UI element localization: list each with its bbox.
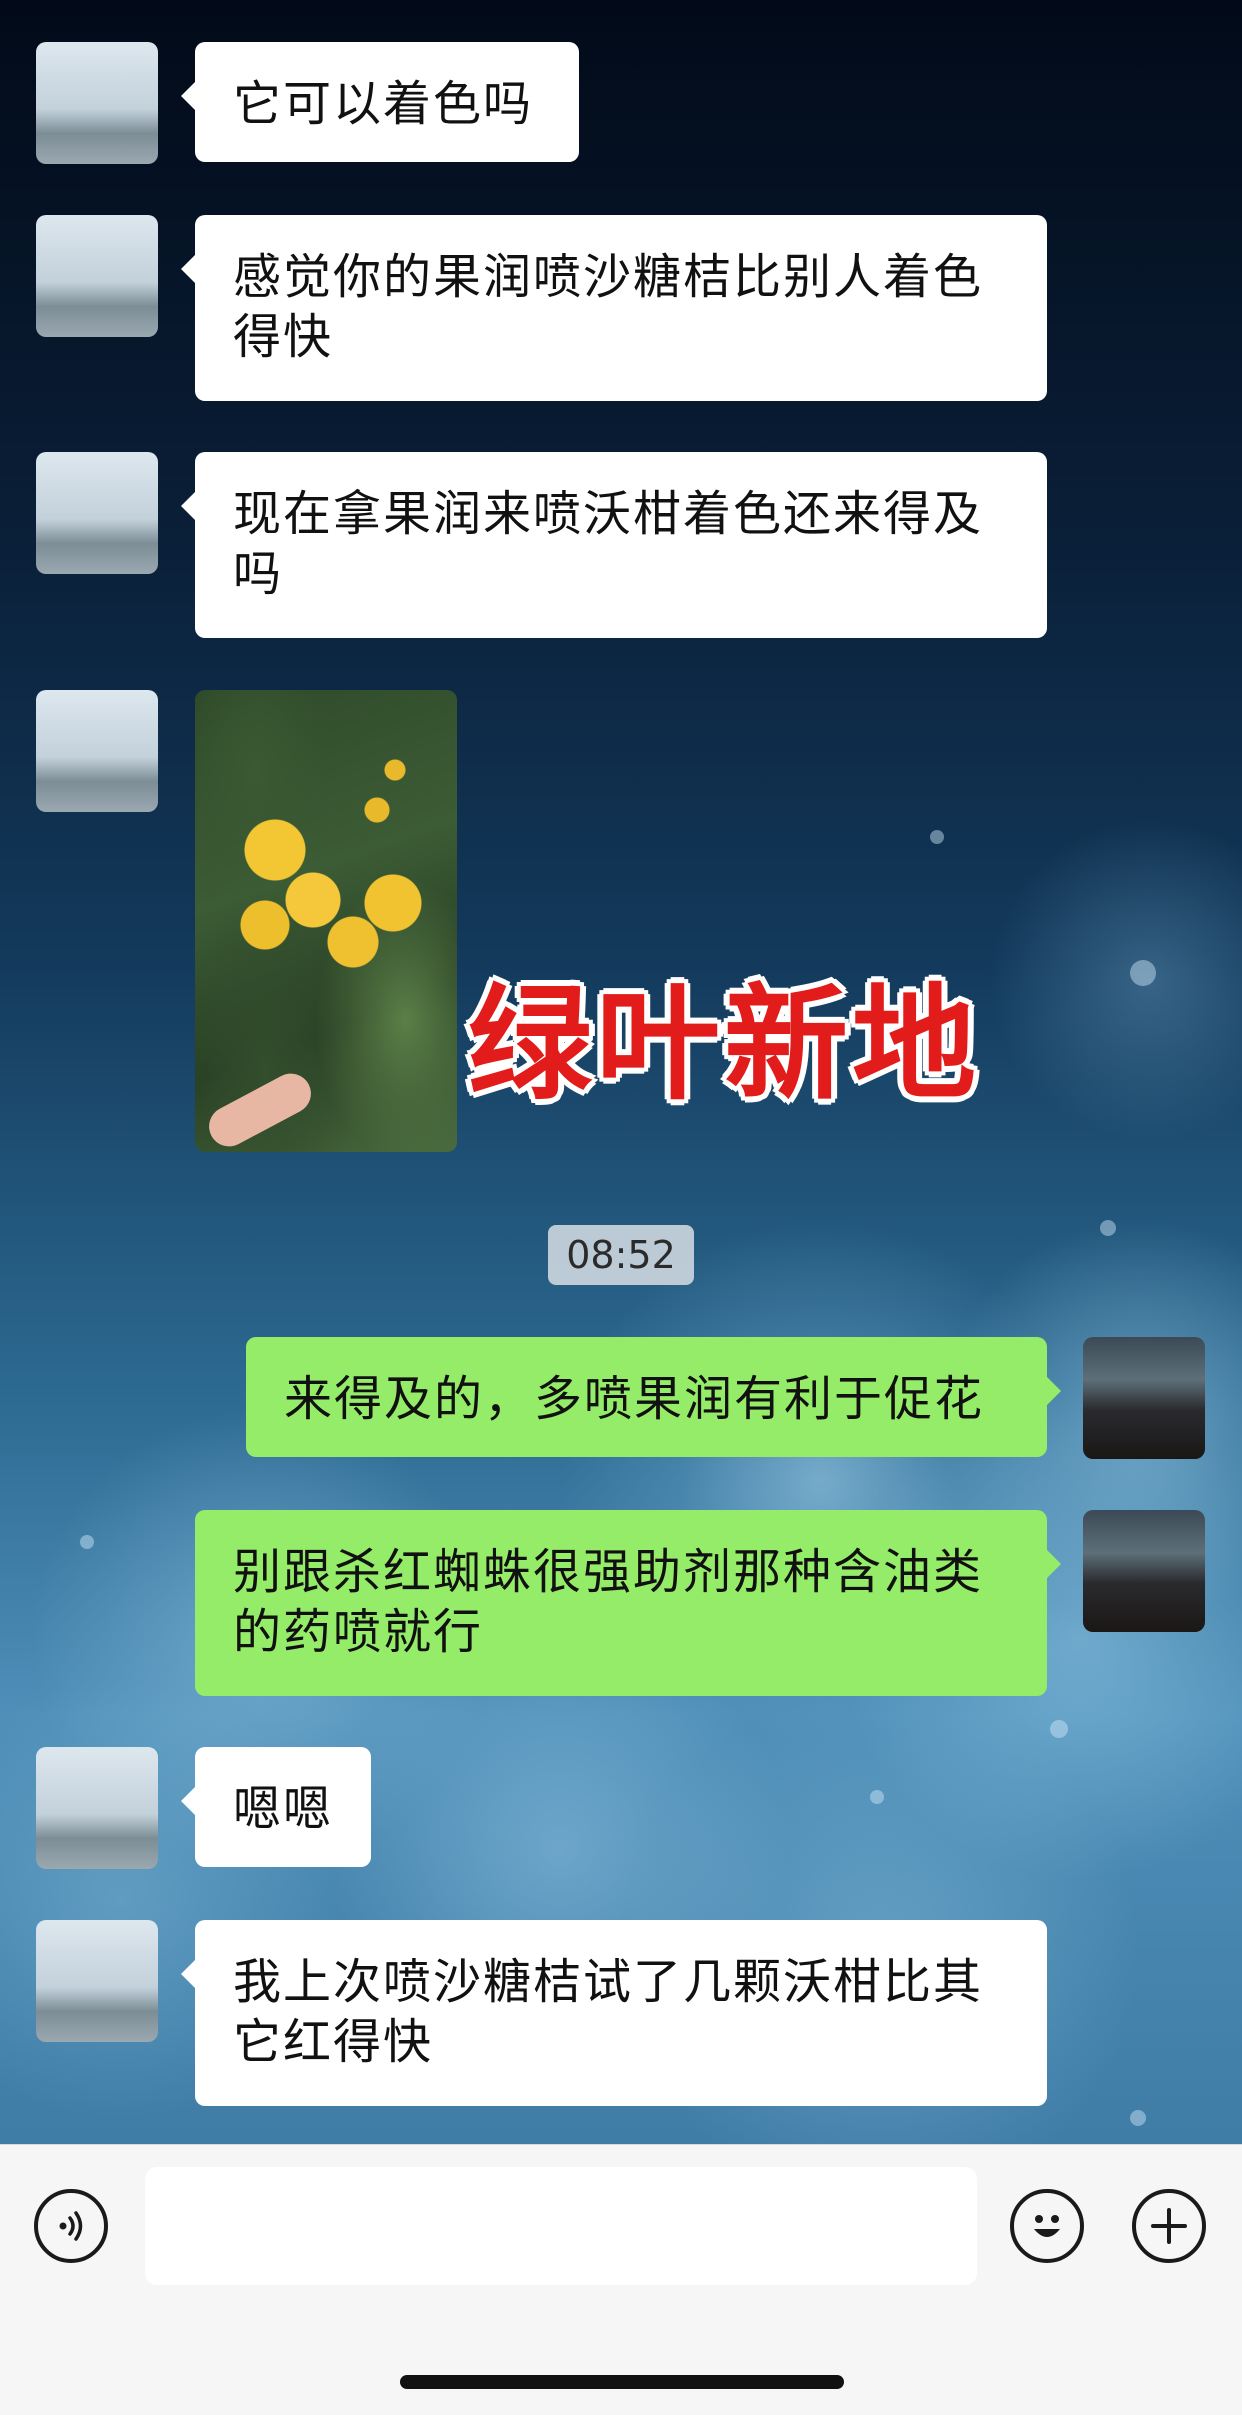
more-button[interactable] [1132,2189,1206,2263]
message-text-line: 感觉你的果润喷沙糖桔比别人着色 [233,249,984,305]
bubble-tail [181,255,195,283]
message-bubble-incoming[interactable]: 它可以着色吗 [181,42,579,162]
contact-avatar[interactable] [36,690,158,812]
message-text-line: 现在拿果润来喷沃柑着色还来得及 [233,486,984,542]
home-indicator[interactable] [400,2375,844,2389]
message-text-line: 的药喷就行 [233,1604,484,1660]
background-bubble [1100,1220,1116,1236]
contact-avatar[interactable] [36,1747,158,1869]
message-text-line: 得快 [233,309,334,365]
bubble-tail [1047,1377,1061,1405]
message-text: 它可以着色吗 [233,76,534,132]
background-bubble [1050,1720,1068,1738]
message-text-line: 它红得快 [233,2014,434,2070]
plus-icon [1151,2208,1187,2244]
watermark-text: 绿叶新地 [468,973,981,1117]
background-bubble [870,1790,884,1804]
bubble-tail [181,1787,195,1815]
finger-in-photo [202,1066,318,1152]
background-bubble [930,830,944,844]
contact-avatar[interactable] [36,452,158,574]
emoji-button[interactable] [1010,2189,1084,2263]
message-bubble-incoming[interactable]: 嗯嗯 [181,1747,371,1867]
message-bubble-outgoing[interactable]: 别跟杀红蜘蛛很强助剂那种含油类 的药喷就行 [195,1510,1061,1696]
emoji-icon [1034,2215,1060,2237]
message-bubble-incoming[interactable]: 感觉你的果润喷沙糖桔比别人着色 得快 [181,215,1047,401]
message-bubble-outgoing[interactable]: 来得及的，多喷果润有利于促花 [246,1337,1061,1457]
image-message-citrus-photo[interactable] [195,690,457,1152]
my-avatar[interactable] [1083,1337,1205,1459]
voice-icon [59,2211,83,2241]
contact-avatar[interactable] [36,215,158,337]
background-bubble [1130,960,1156,986]
my-avatar[interactable] [1083,1510,1205,1632]
background-bubble [1130,2110,1146,2126]
message-text-line: 我上次喷沙糖桔试了几颗沃柑比其 [233,1954,984,2010]
contact-avatar[interactable] [36,1920,158,2042]
message-text-line: 吗 [233,546,284,602]
chat-input-bar [0,2144,1242,2415]
message-text: 来得及的，多喷果润有利于促花 [284,1371,985,1427]
bubble-tail [181,492,195,520]
voice-button[interactable] [34,2189,108,2263]
bubble-tail [181,1960,195,1988]
bubble-tail [1047,1550,1061,1578]
message-bubble-incoming[interactable]: 我上次喷沙糖桔试了几颗沃柑比其 它红得快 [181,1920,1047,2106]
contact-avatar[interactable] [36,42,158,164]
message-timestamp: 08:52 [548,1225,694,1285]
background-bubble [80,1535,94,1549]
message-text-line: 别跟杀红蜘蛛很强助剂那种含油类 [233,1544,984,1600]
message-bubble-incoming[interactable]: 现在拿果润来喷沃柑着色还来得及 吗 [181,452,1047,638]
message-input[interactable] [145,2167,977,2285]
bubble-tail [181,82,195,110]
message-text: 嗯嗯 [233,1781,334,1837]
